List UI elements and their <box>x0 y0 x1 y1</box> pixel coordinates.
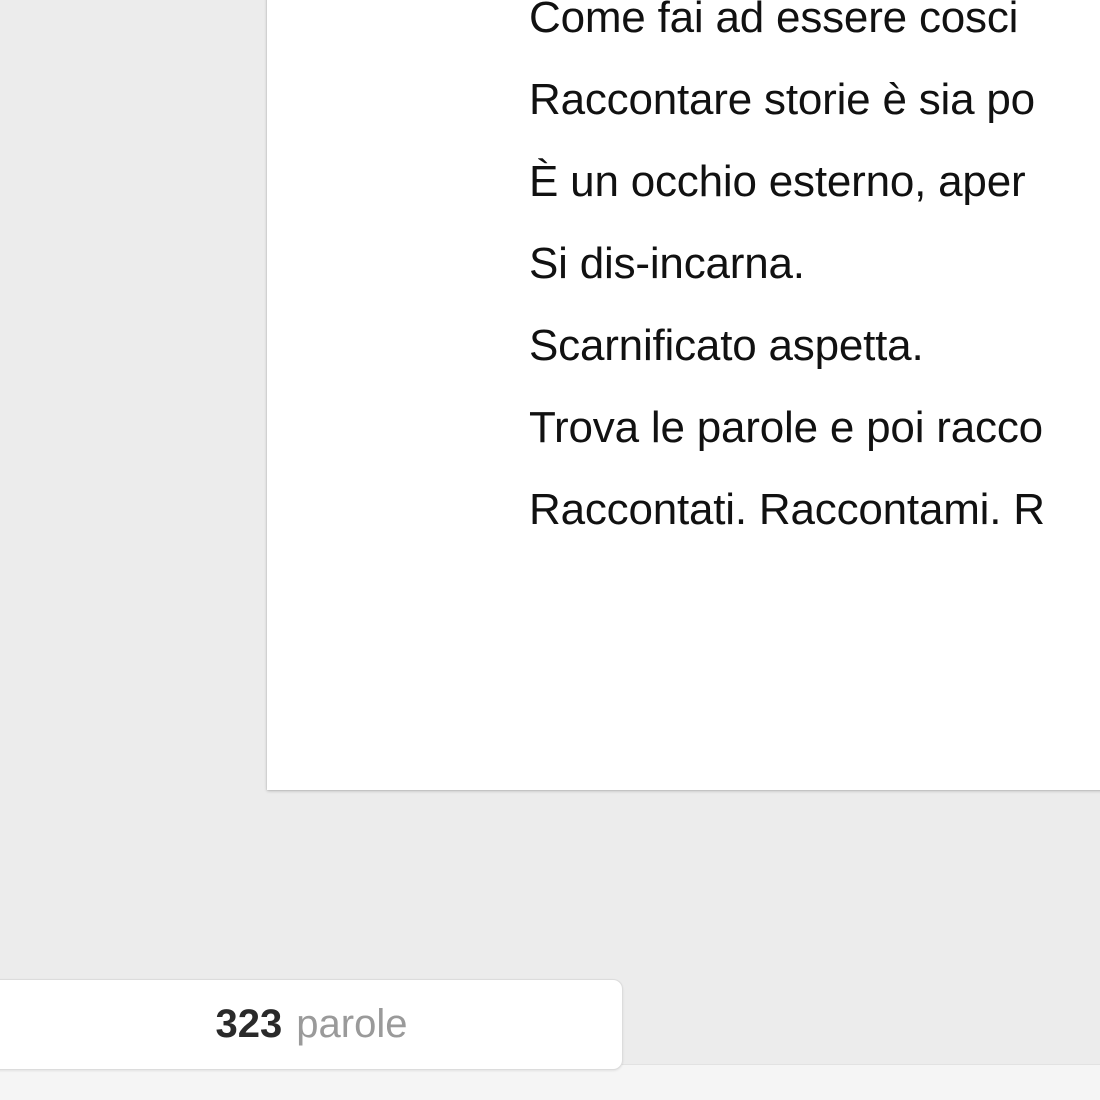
text-line: Raccontati. Raccontami. R <box>529 485 1045 534</box>
text-line: Trova le parole e poi racco <box>529 403 1043 452</box>
text-line: È un occhio esterno, aper <box>529 157 1026 206</box>
editor-window: Come fai ad essere cosci Raccontare stor… <box>0 0 1100 1100</box>
text-line: Raccontare storie è sia po <box>529 75 1035 124</box>
word-count-badge[interactable]: 323 parole <box>0 979 623 1070</box>
word-count-unit: parole <box>296 1002 408 1046</box>
text-line: Come fai ad essere cosci <box>529 0 1019 42</box>
text-line: Si dis-incarna. <box>529 239 805 288</box>
document-page[interactable]: Come fai ad essere cosci Raccontare stor… <box>267 0 1100 790</box>
text-line: Scarnificato aspetta. <box>529 321 924 370</box>
word-count-number: 323 <box>215 1002 283 1046</box>
document-text[interactable]: Come fai ad essere cosci Raccontare stor… <box>529 0 1045 551</box>
